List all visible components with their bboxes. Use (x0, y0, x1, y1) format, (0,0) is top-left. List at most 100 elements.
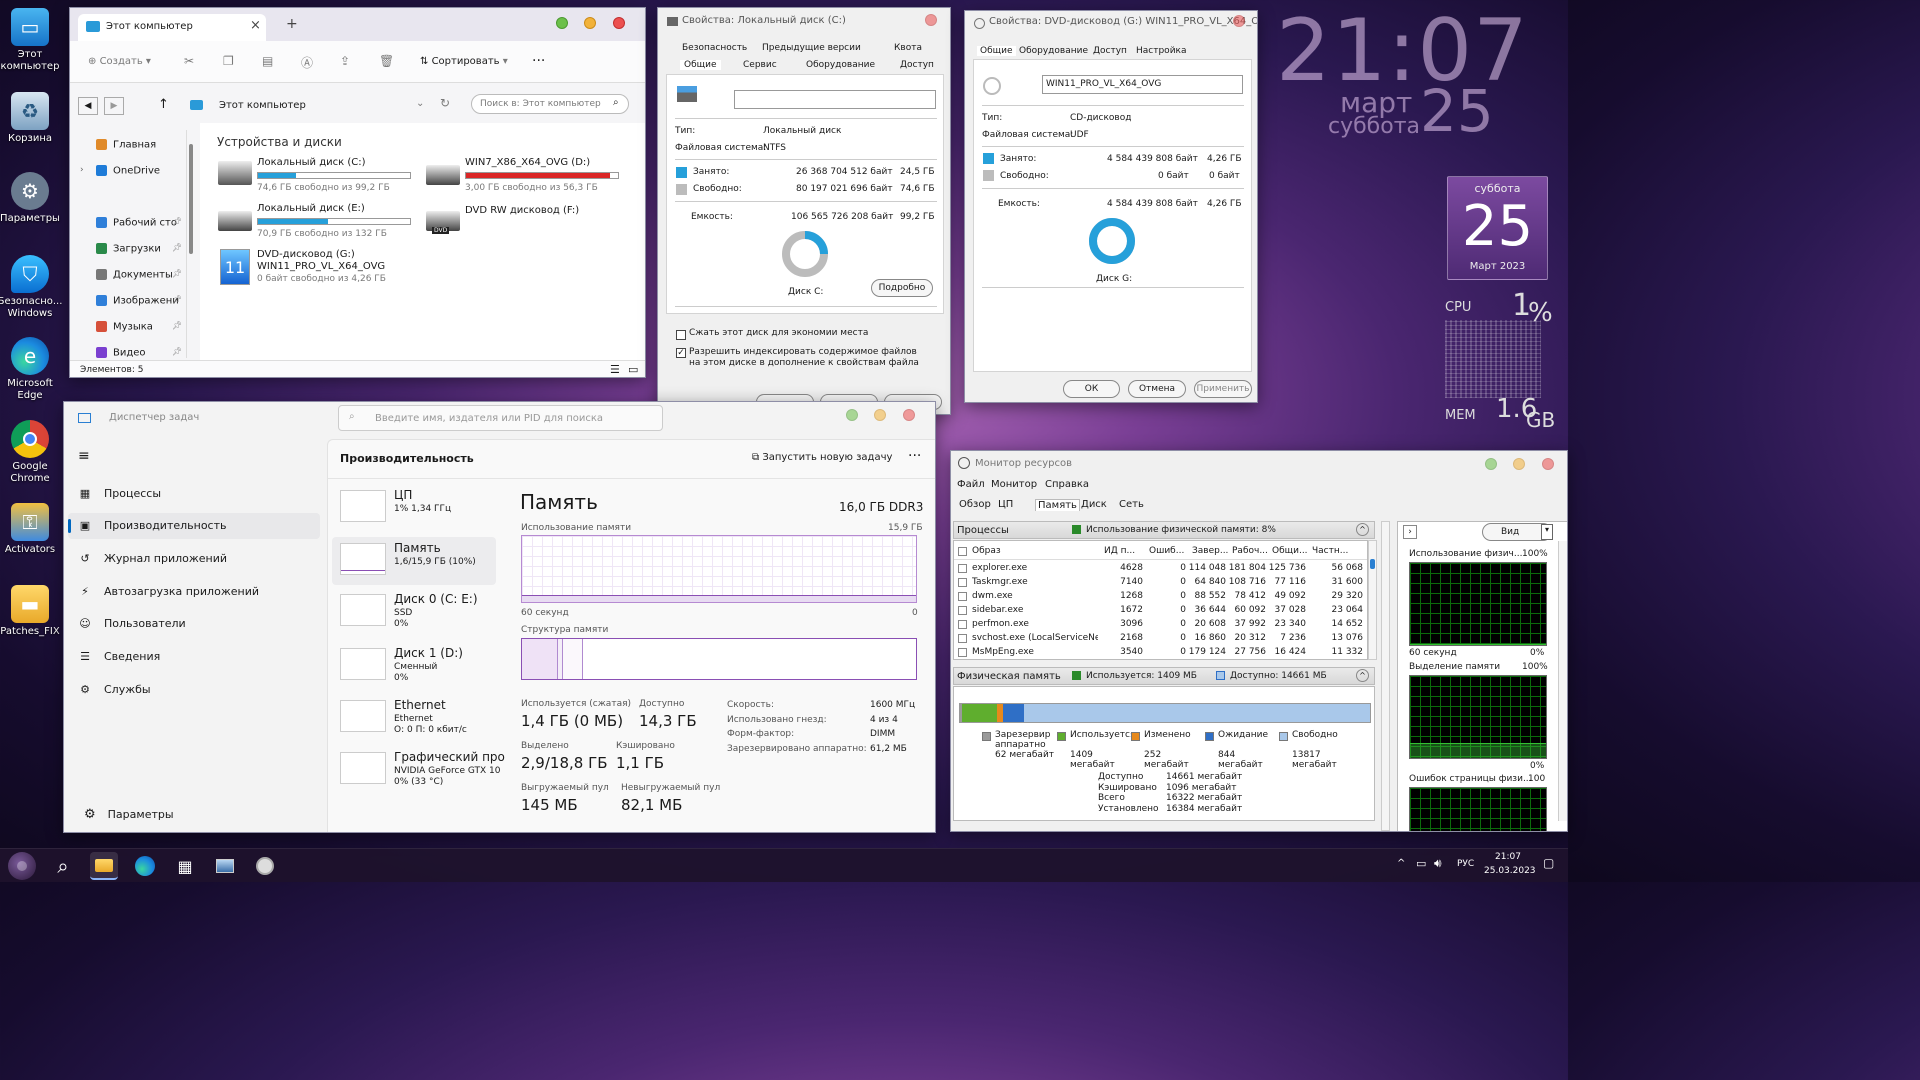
desktop-icon-recycle-bin[interactable]: ♻ Корзина (0, 92, 62, 145)
new-tab-button[interactable]: + (286, 16, 298, 32)
tab-2[interactable]: Доступ (1093, 46, 1127, 56)
up-icon[interactable]: ↑ (158, 97, 169, 112)
delete-icon[interactable]: 🗑 (379, 54, 394, 68)
column-header[interactable]: Рабоч... (1232, 546, 1268, 556)
minimize-button[interactable] (556, 17, 568, 29)
share-icon[interactable]: ⇪ (340, 54, 350, 68)
row-checkbox[interactable] (958, 592, 967, 601)
volume-icon[interactable]: 🔊︎ (1434, 856, 1442, 871)
physical-memory-header[interactable]: Физическая память Используется: 1409 МБ … (953, 667, 1375, 685)
desktop-icon-patches[interactable]: ▬ Patches_FIX (0, 585, 62, 638)
tab-1[interactable]: Оборудование (1019, 46, 1088, 56)
close-button[interactable] (925, 14, 937, 26)
table-row[interactable]: explorer.exe 4628 0 114 048 181 804 125 736 56… (954, 562, 1367, 576)
nav-scrollbar[interactable] (186, 130, 194, 358)
close-tab-icon[interactable]: × (250, 18, 261, 33)
table-row[interactable]: svchost.exe (LocalServiceNet... 2168 0 16 8… (954, 632, 1367, 646)
column-header[interactable]: Общи... (1272, 546, 1308, 556)
column-header[interactable]: Частн... (1312, 546, 1348, 556)
explorer-tab[interactable]: Этот компьютер × (78, 14, 266, 41)
search-input[interactable]: Поиск в: Этот компьютер ⌕ (471, 94, 629, 114)
taskbar-date[interactable]: 25.03.2023 (1484, 866, 1536, 876)
address-dropdown-icon[interactable]: ⌄ (416, 98, 424, 109)
notifications-icon[interactable]: ▢ (1543, 856, 1554, 870)
run-task-button[interactable]: ⧉ Запустить новую задачу (752, 452, 892, 463)
column-header[interactable]: Завер... (1192, 546, 1228, 556)
tab-0[interactable]: Безопасность (682, 43, 747, 53)
tab-2[interactable]: Память (1035, 499, 1080, 511)
resource-1[interactable]: Память 1,6/15,9 ГБ (10%) (332, 537, 496, 585)
nav-item-1[interactable]: OneDrive (96, 165, 160, 177)
tray-overflow-icon[interactable]: ^ (1397, 858, 1405, 869)
network-icon[interactable]: ▭ (1416, 857, 1426, 870)
forward-button[interactable]: ▶ (104, 97, 124, 115)
minimize-button[interactable] (846, 409, 858, 421)
tab-bottom-3[interactable]: Доступ (900, 60, 934, 70)
maximize-button[interactable] (874, 409, 886, 421)
details-button[interactable]: Подробно (871, 279, 933, 297)
nav-item-5[interactable]: Изображени 📌︎ (96, 295, 182, 307)
nav-startup[interactable]: ⚡ Автозагрузка приложений (68, 578, 320, 604)
apply-button[interactable]: Применить (1194, 380, 1252, 398)
edge-taskbar-icon[interactable] (131, 852, 159, 880)
resource-3[interactable]: Диск 1 (D:) Сменный 0% (332, 642, 496, 690)
drive-d[interactable]: WIN7_X86_X64_OVG (D:) 3,00 ГБ свободно и… (424, 157, 644, 197)
drive-f[interactable]: DVD DVD RW дисковод (F:) (424, 203, 644, 243)
maximize-button[interactable] (584, 17, 596, 29)
nav-item-0[interactable]: Главная (96, 139, 156, 151)
menu-2[interactable]: Справка (1045, 479, 1089, 490)
table-row[interactable]: dwm.exe 1268 0 88 552 78 412 49 092 29 320 (954, 590, 1367, 604)
header-checkbox[interactable] (958, 547, 967, 556)
graphs-scrollbar[interactable] (1558, 541, 1567, 821)
file-explorer-taskbar-icon[interactable] (90, 852, 118, 880)
tab-0[interactable]: Общие (977, 46, 1016, 56)
language-indicator[interactable]: РУС (1457, 859, 1474, 869)
row-checkbox[interactable] (958, 606, 967, 615)
table-row[interactable]: sidebar.exe 1672 0 36 644 60 092 37 028 23 064 (954, 604, 1367, 618)
nav-processes[interactable]: ▦ Процессы (68, 480, 320, 506)
close-button[interactable] (1542, 458, 1554, 470)
tab-1[interactable]: Предыдущие версии (762, 43, 861, 53)
nav-performance[interactable]: ▣ Производительность (68, 512, 320, 539)
back-button[interactable]: ◀ (78, 97, 98, 115)
row-checkbox[interactable] (958, 634, 967, 643)
drive-g[interactable]: 11 DVD-дисковод (G:) WIN11_PRO_VL_X64_OV… (216, 249, 436, 295)
table-row[interactable]: MsMpEng.exe 3540 0 179 124 27 756 16 424 11 33… (954, 646, 1367, 660)
tab-bottom-0[interactable]: Общие (680, 60, 721, 70)
taskmgr-search-input[interactable]: ⌕ Введите имя, издателя или PID для поис… (338, 405, 663, 431)
resource-5[interactable]: Графический про NVIDIA GeForce GTX 10 0% (… (332, 746, 505, 794)
resource-0[interactable]: ЦП 1% 1,34 ГГц (332, 484, 496, 532)
cancel-button[interactable]: Отмена (1128, 380, 1186, 398)
rename-icon[interactable]: Ⓐ (301, 54, 313, 71)
close-button[interactable] (903, 409, 915, 421)
hamburger-icon[interactable]: ≡ (78, 448, 90, 464)
tab-bottom-1[interactable]: Сервис (743, 60, 777, 70)
tab-2[interactable]: Квота (894, 43, 922, 53)
maximize-button[interactable] (1513, 458, 1525, 470)
row-checkbox[interactable] (958, 578, 967, 587)
menu-1[interactable]: Монитор (991, 479, 1037, 490)
nav-services[interactable]: ⚙ Службы (68, 676, 320, 702)
ok-button[interactable]: ОК (1063, 380, 1120, 398)
resmon-taskbar-icon[interactable] (211, 852, 239, 880)
sort-button[interactable]: ⇅ Сортировать ▾ (420, 56, 508, 67)
tab-0[interactable]: Обзор (957, 499, 993, 510)
nav-item-6[interactable]: Музыка 📌︎ (96, 321, 182, 333)
start-button[interactable] (8, 852, 36, 880)
store-taskbar-icon[interactable]: ▦ (171, 852, 199, 880)
more-button[interactable]: ··· (532, 53, 545, 69)
drive-name-input[interactable] (734, 90, 936, 109)
copy-icon[interactable]: ❐ (223, 54, 234, 68)
nav-details[interactable]: ☰ Сведения (68, 644, 320, 670)
taskmgr-settings[interactable]: ⚙ Параметры (84, 807, 174, 822)
tab-bottom-2[interactable]: Оборудование (806, 60, 875, 70)
desktop-icon-security[interactable]: ⛉ Безопасно... Windows (0, 255, 62, 320)
index-checkbox[interactable]: ✓ (676, 348, 686, 358)
collapse-icon[interactable]: ^ (1356, 669, 1369, 682)
refresh-icon[interactable]: ↻ (440, 96, 450, 110)
tab-4[interactable]: Сеть (1117, 499, 1146, 510)
nav-history[interactable]: ↺ Журнал приложений (68, 545, 320, 571)
processes-scrollbar[interactable] (1368, 540, 1377, 660)
address-field[interactable]: Этот компьютер (219, 100, 306, 111)
create-button[interactable]: ⊕ Создать ▾ (88, 56, 151, 67)
